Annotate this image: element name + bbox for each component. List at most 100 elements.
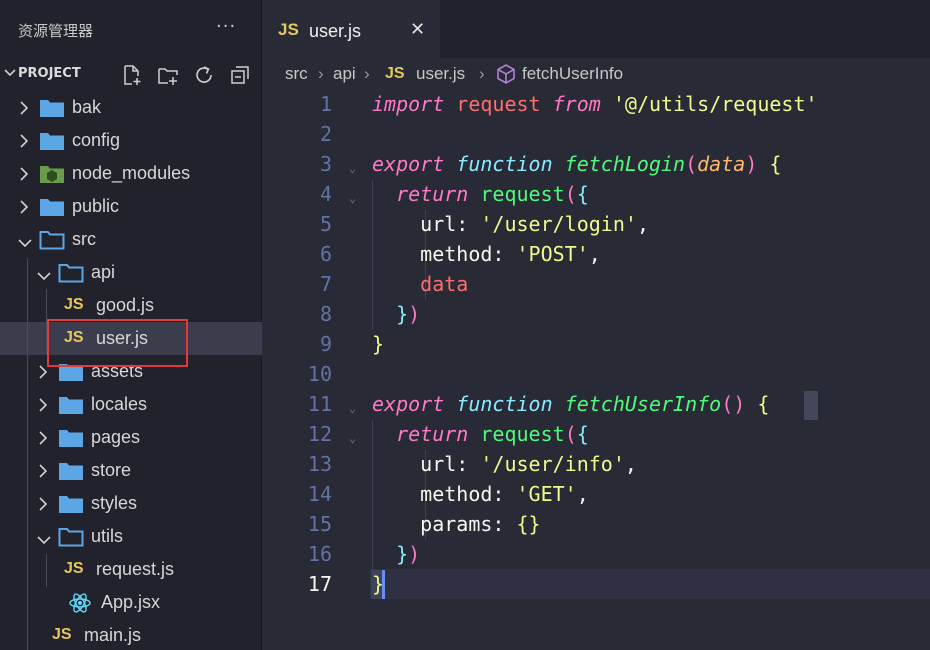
tree-item-label: public — [72, 196, 120, 216]
tree-item-good-js[interactable]: JS good.js — [0, 289, 262, 322]
breadcrumb-separator: › — [479, 64, 485, 83]
tree-item-public[interactable]: public — [0, 190, 262, 223]
tree-item-app-jsx[interactable]: App.jsx — [0, 586, 262, 619]
project-label: PROJECT — [18, 66, 81, 81]
tree-item-label: locales — [91, 394, 148, 414]
folder-icon — [39, 98, 65, 122]
chevron-down-icon — [4, 69, 16, 77]
tree-item-store[interactable]: store — [0, 454, 262, 487]
breadcrumb-separator: › — [318, 64, 324, 83]
line-number: 4 — [319, 182, 332, 206]
refresh-icon[interactable] — [193, 64, 215, 86]
folder-icon — [39, 230, 65, 254]
explorer-title: 资源管理器 — [18, 22, 94, 40]
tree-item-label: pages — [91, 427, 141, 447]
fold-icon[interactable]: ⌄ — [349, 431, 356, 445]
close-icon[interactable]: ✕ — [410, 19, 425, 40]
tree-item-label: bak — [72, 97, 102, 117]
code-line: }) — [396, 302, 421, 326]
line-number: 10 — [307, 362, 332, 386]
new-file-icon[interactable] — [121, 64, 143, 86]
tree-item-label: main.js — [84, 625, 142, 645]
code-editor: JS user.js ✕ src › api › JS user.js › fe… — [262, 0, 930, 650]
code-line: return request({ — [396, 422, 589, 446]
code-line: url: '/user/info', — [420, 452, 637, 476]
tree-item-pages[interactable]: pages — [0, 421, 262, 454]
tab-user-js[interactable]: JS user.js ✕ — [262, 0, 440, 58]
more-actions-icon[interactable]: ··· — [216, 16, 236, 37]
symbol-method-icon — [497, 64, 515, 84]
new-folder-icon[interactable] — [157, 64, 179, 86]
tree-item-request-js[interactable]: JS request.js — [0, 553, 262, 586]
js-file-icon: JS — [278, 20, 299, 39]
chevron-right-icon[interactable] — [37, 496, 49, 515]
tree-item-styles[interactable]: styles — [0, 487, 262, 520]
tree-item-main-js[interactable]: JS main.js — [0, 619, 262, 650]
line-number: 2 — [319, 122, 332, 146]
line-number: 5 — [319, 212, 332, 236]
tree-item-label: request.js — [96, 559, 175, 579]
code-line: } — [372, 332, 385, 356]
chevron-right-icon[interactable] — [37, 430, 49, 449]
line-number: 15 — [307, 512, 332, 536]
project-section-header[interactable]: PROJECT — [0, 58, 262, 90]
tree-item-src[interactable]: src — [0, 223, 262, 256]
code-line: }) — [396, 542, 421, 566]
tree-item-utils[interactable]: utils — [0, 520, 262, 553]
line-number: 16 — [307, 542, 332, 566]
code-line: data — [420, 272, 469, 296]
tree-item-label: node_modules — [72, 163, 191, 183]
tree-item-locales[interactable]: locales — [0, 388, 262, 421]
code-line: export function fetchUserInfo() { — [372, 392, 770, 416]
tree-item-config[interactable]: config — [0, 124, 262, 157]
chevron-right-icon[interactable] — [18, 133, 30, 152]
chevron-right-icon[interactable] — [18, 100, 30, 119]
tree-item-label: src — [72, 229, 96, 249]
js-file-icon: JS — [64, 296, 84, 313]
breadcrumb: src › api › JS user.js › fetchUserInfo — [262, 58, 930, 90]
tree-indent-guide — [46, 554, 47, 587]
folder-icon — [58, 461, 84, 485]
tab-title: user.js — [309, 21, 362, 41]
react-icon — [68, 592, 92, 618]
annotation-highlight-box — [47, 319, 188, 367]
js-file-icon: JS — [52, 626, 72, 643]
code-line: } — [372, 572, 385, 596]
code-line: method: 'POST', — [420, 242, 601, 266]
tree-item-label: config — [72, 130, 121, 150]
tree-item-bak[interactable]: bak — [0, 91, 262, 124]
folder-icon — [58, 494, 84, 518]
fold-icon[interactable]: ⌄ — [349, 161, 356, 175]
line-number: 9 — [319, 332, 332, 356]
fold-icon[interactable]: ⌄ — [349, 401, 356, 415]
chevron-right-icon[interactable] — [18, 166, 30, 185]
code-line: return request({ — [396, 182, 589, 206]
js-file-icon: JS — [385, 65, 405, 82]
node-folder-icon — [39, 164, 65, 188]
code-area[interactable]: 1 2 3 4 5 6 7 8 9 10 11 12 13 14 15 16 17 ⌄ ⌄ ⌄ ⌄ import… — [262, 90, 930, 650]
chevron-down-icon[interactable] — [18, 234, 32, 253]
code-line: export function fetchLogin(data) { — [372, 152, 782, 176]
chevron-right-icon[interactable] — [18, 199, 30, 218]
fold-icon[interactable]: ⌄ — [349, 191, 356, 205]
collapse-all-icon[interactable] — [229, 64, 251, 86]
breadcrumb-src[interactable]: src — [285, 64, 308, 84]
line-number: 1 — [319, 92, 332, 116]
folder-icon — [58, 527, 84, 551]
chevron-right-icon[interactable] — [37, 397, 49, 416]
line-number: 11 — [307, 392, 332, 416]
code-line: method: 'GET', — [420, 482, 589, 506]
folder-icon — [39, 197, 65, 221]
chevron-right-icon[interactable] — [37, 463, 49, 482]
folder-icon — [39, 131, 65, 155]
tree-item-node-modules[interactable]: node_modules — [0, 157, 262, 190]
chevron-down-icon[interactable] — [37, 531, 51, 550]
explorer-sidebar: 资源管理器 ··· PROJECT bak config node_modulesp… — [0, 0, 262, 650]
breadcrumb-file[interactable]: user.js — [416, 64, 465, 84]
chevron-down-icon[interactable] — [37, 267, 51, 286]
current-line-highlight — [370, 569, 930, 599]
breadcrumb-symbol[interactable]: fetchUserInfo — [522, 64, 623, 84]
breadcrumb-api[interactable]: api — [333, 64, 356, 84]
tree-item-api[interactable]: api — [0, 256, 262, 289]
folder-icon — [58, 428, 84, 452]
